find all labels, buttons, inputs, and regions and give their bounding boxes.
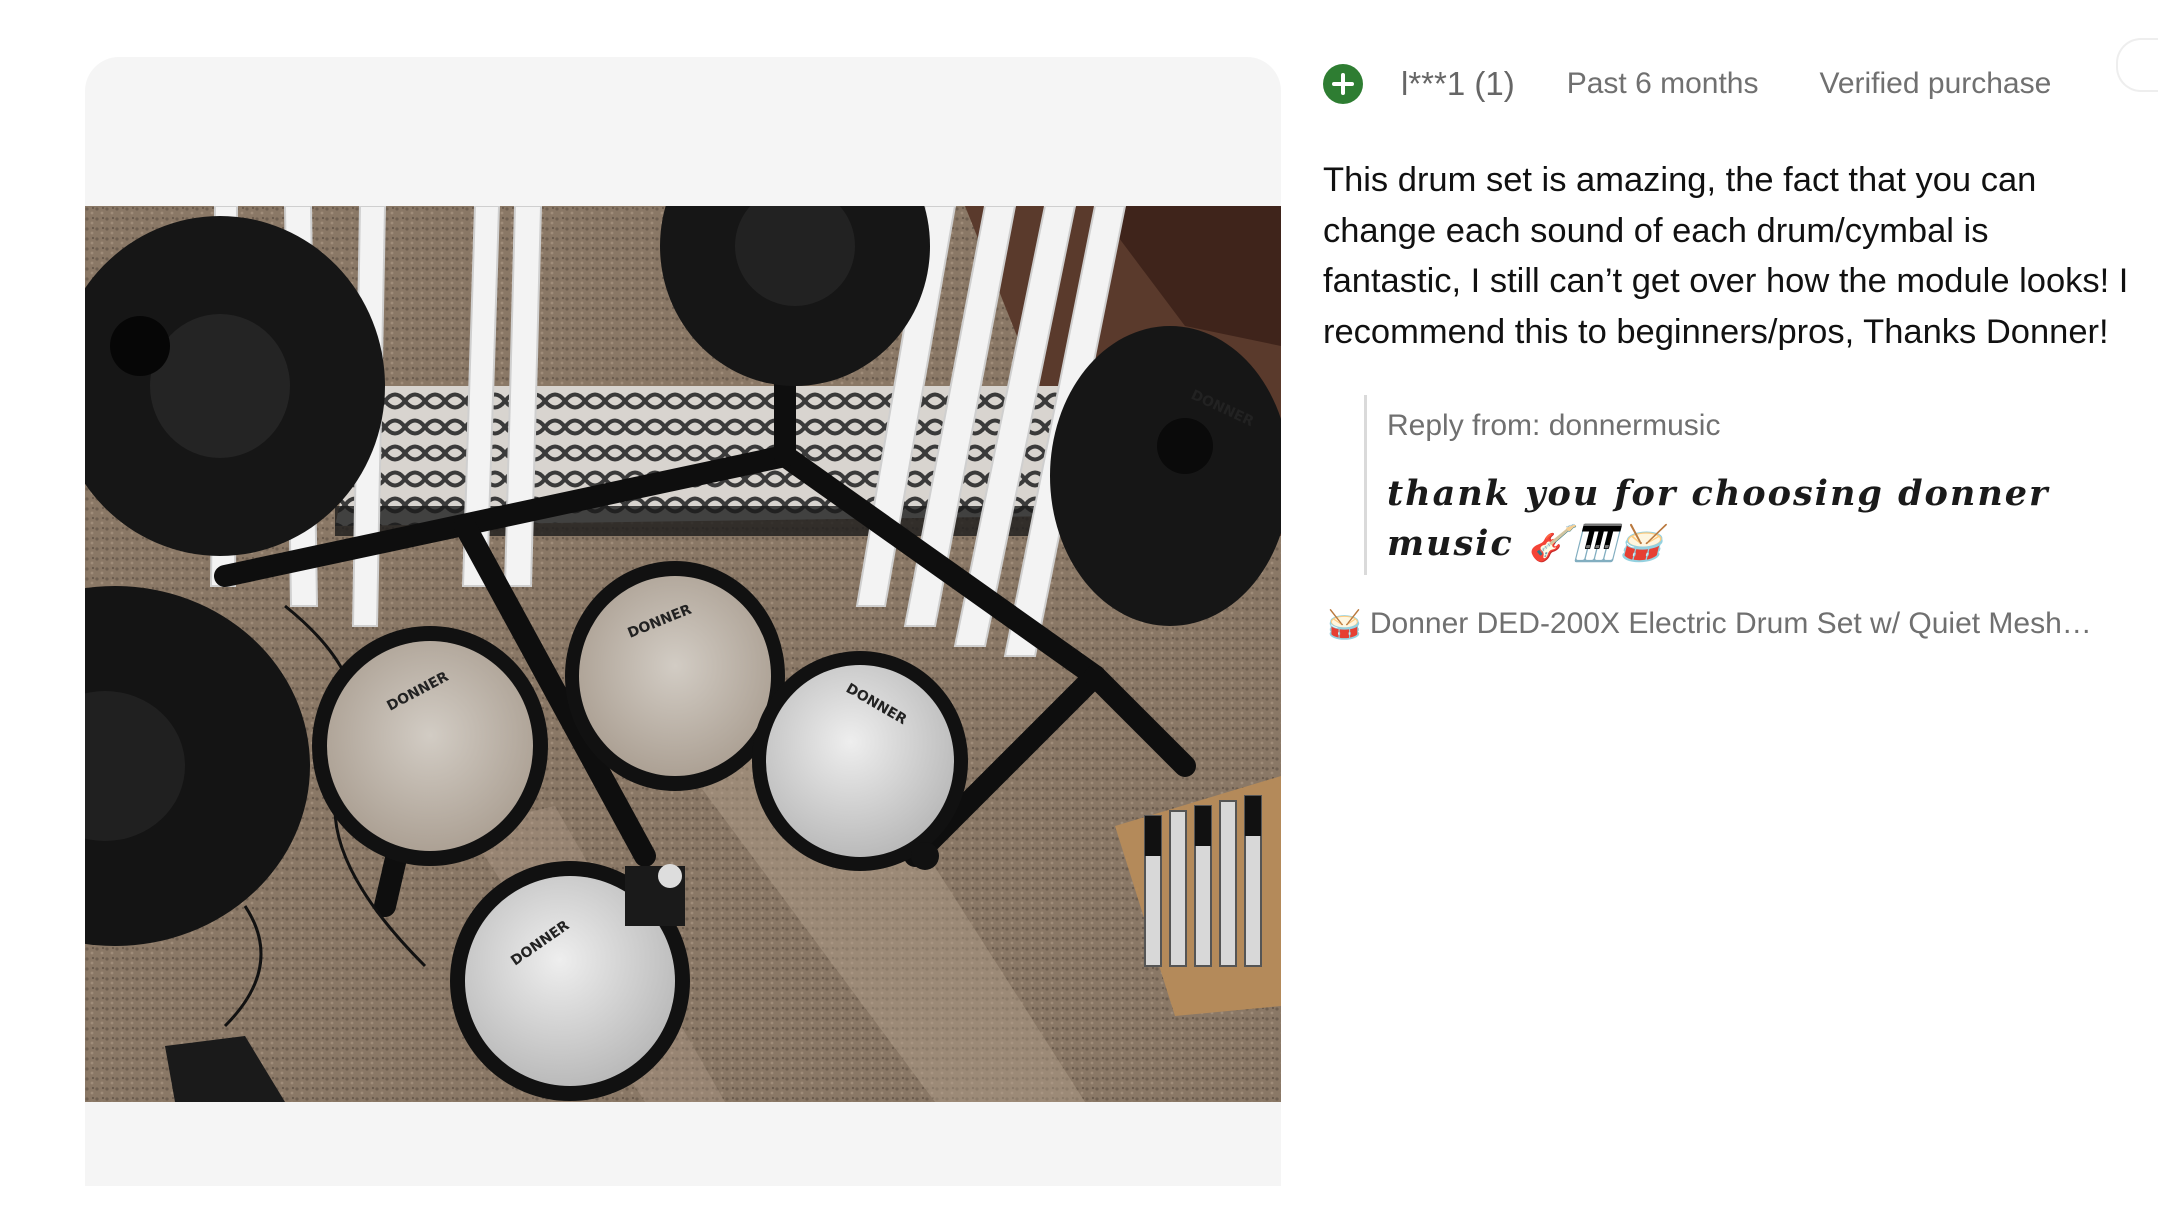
verified-purchase-label: Verified purchase (1819, 67, 2052, 100)
review-photo-panel[interactable]: DONNER DONNER DONNER DONNER DONNER (85, 57, 1281, 1186)
seller-reply: Reply from: donnermusic thank you for ch… (1364, 395, 2143, 575)
carousel-next-button[interactable] (2116, 38, 2158, 92)
review-body: This drum set is amazing, the fact that … (1323, 161, 2129, 351)
plus-circle-icon (1323, 64, 1363, 104)
review-date: Past 6 months (1566, 67, 1759, 100)
reviewer-name[interactable]: l***1 (1) (1401, 65, 1515, 103)
product-link[interactable]: 🥁 Donner DED-200X Electric Drum Set w/ Q… (1323, 607, 2103, 641)
drum-icon: 🥁 (1327, 608, 1362, 640)
product-name[interactable]: Donner DED-200X Electric Drum Set w/ Qui… (1370, 607, 2092, 641)
review-card: DONNER DONNER DONNER DONNER DONNER l***1… (0, 0, 2179, 1219)
reply-text: thank you for choosing donner music 🎸🎹🥁 (1387, 473, 2050, 564)
reply-from-label: Reply from: donnermusic (1387, 409, 1721, 442)
review-content: l***1 (1) Past 6 months Verified purchas… (1323, 57, 2143, 641)
review-photo[interactable]: DONNER DONNER DONNER DONNER DONNER (85, 206, 1281, 1102)
review-meta: l***1 (1) Past 6 months Verified purchas… (1323, 57, 2143, 111)
